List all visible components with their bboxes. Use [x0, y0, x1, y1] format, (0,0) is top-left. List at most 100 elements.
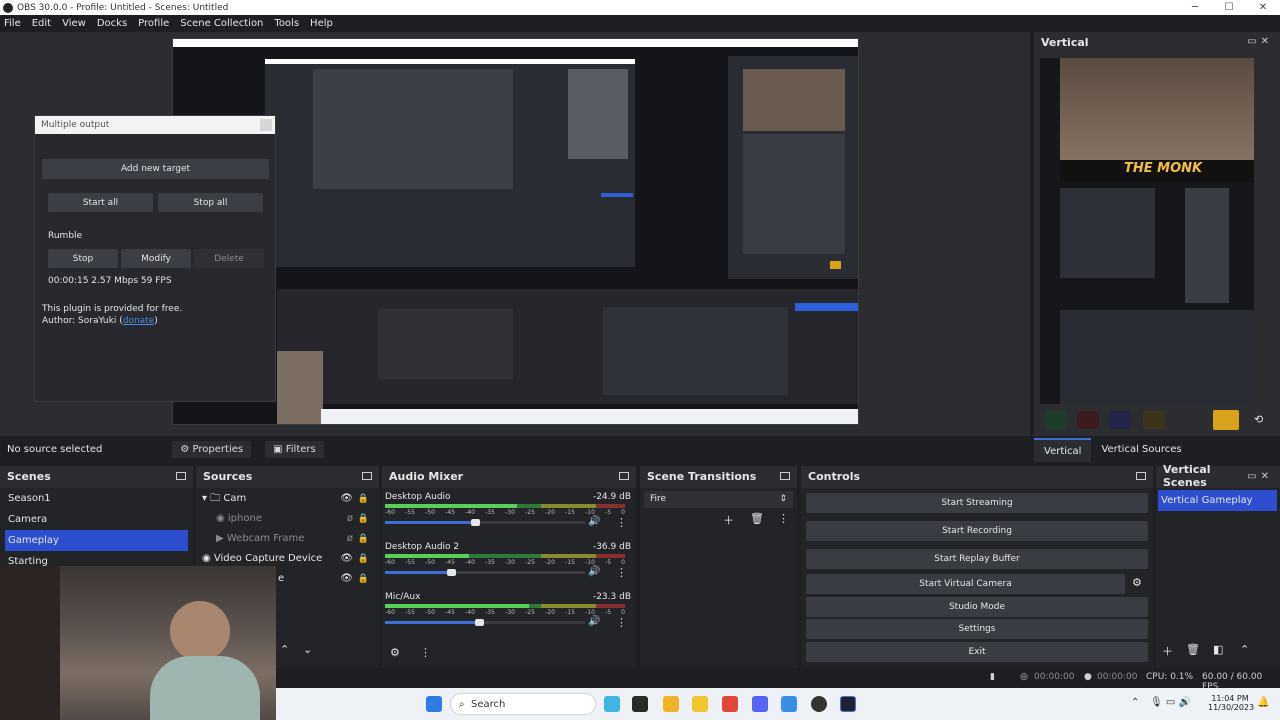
- move-up-icon[interactable]: ⌃: [280, 643, 289, 656]
- trash-icon[interactable]: 🗑: [750, 512, 764, 525]
- eye-icon[interactable]: 👁: [340, 569, 353, 589]
- donate-link[interactable]: donate: [123, 316, 155, 326]
- obs-taskbar-icon[interactable]: [811, 696, 827, 712]
- scene-transitions-title: Scene Transitions: [647, 469, 757, 483]
- volume-slider-handle[interactable]: [447, 569, 456, 576]
- menu-icon[interactable]: ⋮: [778, 512, 789, 525]
- lock-icon[interactable]: 🔒: [358, 569, 369, 589]
- vertical-preview[interactable]: THE MONK: [1040, 58, 1254, 404]
- start-replay-buffer-button[interactable]: Start Replay Buffer: [806, 549, 1148, 569]
- eye-hidden-icon[interactable]: ø: [347, 529, 353, 549]
- transition-select[interactable]: Fire ⇕: [644, 491, 793, 508]
- norton-icon[interactable]: [692, 696, 708, 712]
- vertical-virtualcam-button[interactable]: [1143, 411, 1165, 429]
- minimize-icon[interactable]: ─: [1178, 0, 1212, 15]
- move-up-icon[interactable]: ⌃: [1240, 643, 1249, 656]
- mixer-float-icon[interactable]: [619, 472, 629, 480]
- menu-profile[interactable]: Profile: [138, 18, 169, 29]
- scene-item[interactable]: Camera: [0, 509, 193, 530]
- dock-float-close-icon[interactable]: ▭✕: [1247, 36, 1273, 48]
- exit-button[interactable]: Exit: [806, 642, 1148, 662]
- tray-icons[interactable]: 🎙 ▭ 🔊: [1150, 697, 1191, 708]
- vertical-config-icon[interactable]: ⟲: [1254, 413, 1263, 426]
- taskbar-search[interactable]: ⌕ Search: [450, 693, 596, 715]
- modify-button[interactable]: Modify: [121, 249, 191, 268]
- move-down-icon[interactable]: ⌄: [303, 643, 312, 656]
- filter-icon[interactable]: ◧: [1213, 643, 1223, 656]
- controls-float-icon[interactable]: [1136, 472, 1146, 480]
- taskview-icon[interactable]: [632, 696, 648, 712]
- menu-tools[interactable]: Tools: [274, 18, 299, 29]
- start-streaming-button[interactable]: Start Streaming: [806, 493, 1148, 513]
- settings-button[interactable]: Settings: [806, 619, 1148, 639]
- properties-button[interactable]: ⚙ Properties: [172, 440, 252, 458]
- dialog-close-icon[interactable]: [260, 119, 272, 131]
- lock-icon[interactable]: 🔒: [358, 509, 369, 529]
- tab-vertical-sources[interactable]: Vertical Sources: [1091, 438, 1191, 462]
- discord-icon[interactable]: [752, 696, 768, 712]
- speaker-icon[interactable]: 🔊: [588, 616, 600, 627]
- brave-icon[interactable]: [722, 696, 738, 712]
- vertical-replay-button[interactable]: [1109, 411, 1131, 429]
- stop-button[interactable]: Stop: [48, 249, 118, 268]
- vertical-record-button[interactable]: [1077, 411, 1099, 429]
- source-item[interactable]: ◉ iphone ø 🔒: [202, 509, 373, 529]
- sources-float-icon[interactable]: [362, 472, 372, 480]
- volume-slider-handle[interactable]: [474, 619, 484, 626]
- speaker-icon[interactable]: 🔊: [588, 516, 600, 527]
- source-item-group[interactable]: ▾ 🗀 Cam 👁 🔒: [202, 489, 373, 509]
- file-explorer-icon[interactable]: [663, 696, 679, 712]
- dock-float-close-icon[interactable]: ▭✕: [1247, 471, 1273, 482]
- start-recording-button[interactable]: Start Recording: [806, 521, 1148, 541]
- scenes-float-icon[interactable]: [176, 472, 186, 480]
- notification-bell-icon[interactable]: 🔔: [1257, 697, 1269, 708]
- add-icon[interactable]: ＋: [1162, 643, 1173, 659]
- vertical-stream-button[interactable]: [1045, 411, 1067, 429]
- speaker-icon[interactable]: 🔊: [588, 566, 600, 577]
- menu-file[interactable]: File: [4, 18, 21, 29]
- streamer-app-icon[interactable]: [840, 696, 856, 712]
- mixer-menu-icon[interactable]: ⋮: [420, 646, 431, 659]
- menu-edit[interactable]: Edit: [32, 18, 51, 29]
- lock-icon[interactable]: 🔒: [358, 529, 369, 549]
- menu-help[interactable]: Help: [310, 18, 333, 29]
- lock-icon[interactable]: 🔒: [358, 489, 369, 509]
- lock-icon[interactable]: 🔒: [358, 549, 369, 569]
- stop-all-button[interactable]: Stop all: [158, 193, 263, 212]
- start-all-button[interactable]: Start all: [48, 193, 153, 212]
- studio-mode-button[interactable]: Studio Mode: [806, 597, 1148, 617]
- add-new-target-button[interactable]: Add new target: [42, 159, 269, 179]
- channel-menu-icon[interactable]: ⋮: [616, 516, 627, 529]
- channel-menu-icon[interactable]: ⋮: [616, 566, 627, 579]
- close-icon[interactable]: ✕: [1246, 0, 1280, 15]
- clock[interactable]: 11:04 PM 11/30/2023: [1208, 694, 1254, 712]
- eye-hidden-icon[interactable]: ø: [347, 509, 353, 529]
- tab-vertical[interactable]: Vertical: [1034, 438, 1092, 462]
- menu-docks[interactable]: Docks: [97, 18, 127, 29]
- menu-scene-collection[interactable]: Scene Collection: [180, 18, 263, 29]
- add-icon[interactable]: ＋: [723, 512, 734, 528]
- eye-icon[interactable]: 👁: [340, 549, 353, 569]
- menu-view[interactable]: View: [62, 18, 86, 29]
- channel-menu-icon[interactable]: ⋮: [616, 616, 627, 629]
- start-windows-icon[interactable]: [426, 696, 442, 712]
- vertical-scene-item-selected[interactable]: Vertical Gameplay: [1158, 490, 1277, 511]
- maximize-icon[interactable]: ☐: [1212, 0, 1246, 15]
- filters-button[interactable]: ▣ Filters: [265, 440, 324, 458]
- vertical-settings-gear-icon[interactable]: [1213, 410, 1239, 430]
- app-icon[interactable]: [781, 696, 797, 712]
- source-item[interactable]: ▶ Webcam Frame ø 🔒: [202, 529, 373, 549]
- tray-chevron-icon[interactable]: ⌃: [1131, 697, 1139, 708]
- virtual-camera-gear-icon[interactable]: ⚙: [1132, 576, 1142, 589]
- transitions-float-icon[interactable]: [780, 472, 790, 480]
- trash-icon[interactable]: 🗑: [1186, 643, 1200, 656]
- advanced-audio-gear-icon[interactable]: ⚙: [390, 646, 400, 659]
- copilot-icon[interactable]: [604, 696, 620, 712]
- delete-button[interactable]: Delete: [194, 249, 264, 268]
- volume-slider-handle[interactable]: [471, 519, 480, 526]
- scene-item-selected[interactable]: Gameplay: [5, 530, 188, 551]
- scene-item[interactable]: Season1: [0, 488, 193, 509]
- chevron-down-icon[interactable]: ▾: [202, 493, 210, 504]
- eye-icon[interactable]: 👁: [340, 489, 353, 509]
- start-virtual-camera-button[interactable]: Start Virtual Camera: [806, 574, 1125, 594]
